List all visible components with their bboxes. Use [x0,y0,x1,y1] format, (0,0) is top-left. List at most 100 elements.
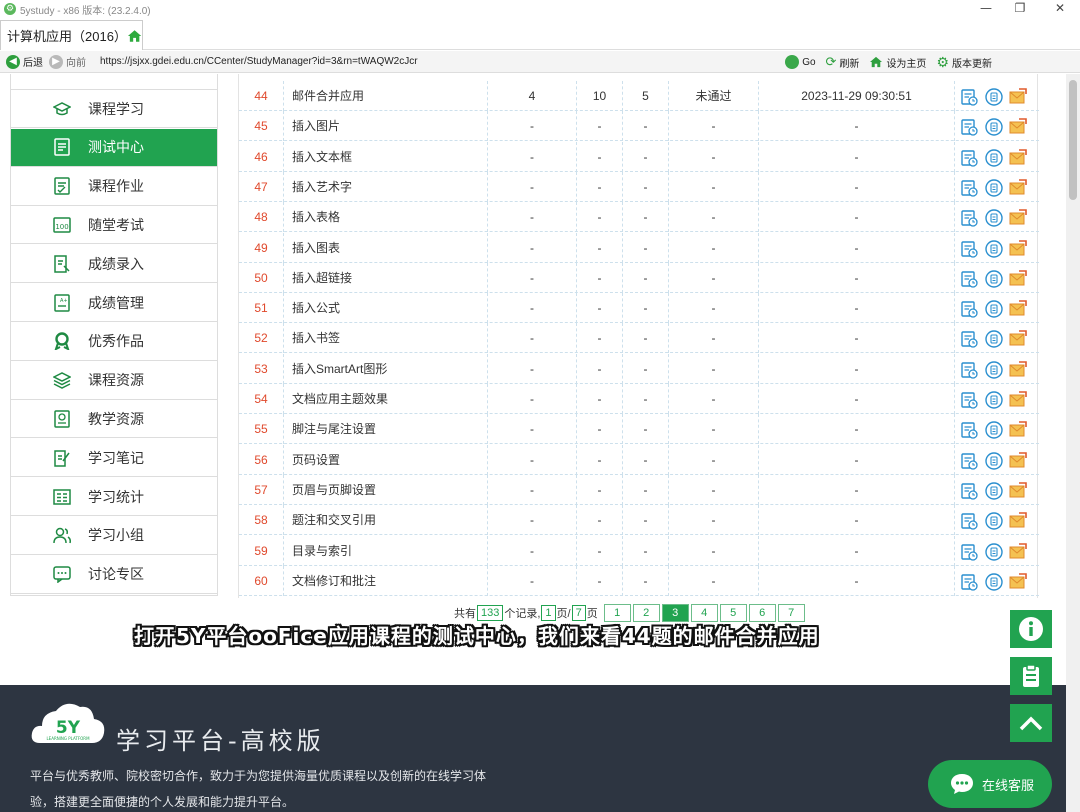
test-name[interactable]: 插入文本框 [284,141,488,172]
submit-mail-icon[interactable] [1009,148,1027,167]
view-record-icon[interactable] [961,209,979,227]
submit-mail-icon[interactable] [1009,88,1027,106]
answer-icon[interactable] [985,270,1003,288]
answer-icon[interactable] [985,451,1003,470]
go-icon [785,55,800,69]
sidebar-item[interactable]: 讨论专区 [11,556,217,594]
view-record-icon[interactable] [961,270,979,288]
sidebar-item[interactable]: 学习小组 [11,517,217,555]
view-record-icon[interactable] [961,240,979,258]
forward-button[interactable]: ▶ 向前 [49,54,86,69]
test-name[interactable]: 邮件合并应用 [284,81,488,111]
set-home-button[interactable]: 设为主页 [869,55,926,70]
view-record-icon[interactable] [961,543,979,561]
page-scrollbar[interactable] [1066,74,1080,812]
sidebar-item[interactable]: 教学资源 [11,400,217,439]
sidebar-item[interactable]: 100 随堂考试 [11,206,217,245]
test-name[interactable]: 题注和交叉引用 [284,505,488,536]
test-name[interactable]: 插入图表 [284,232,488,263]
submit-mail-icon[interactable] [1009,572,1027,591]
home-icon[interactable] [127,29,142,43]
submit-mail-icon[interactable] [1009,269,1027,288]
test-name[interactable]: 文档修订和批注 [284,565,488,596]
answer-icon[interactable] [985,482,1003,500]
view-record-icon[interactable] [961,421,979,439]
submit-mail-icon[interactable] [1009,391,1027,409]
answer-icon[interactable] [985,179,1003,197]
answer-icon[interactable] [985,512,1003,530]
answer-icon[interactable] [985,118,1003,136]
answer-icon[interactable] [985,542,1003,561]
view-record-icon[interactable] [961,512,979,530]
submit-mail-icon[interactable] [1009,239,1027,258]
answer-icon[interactable] [985,391,1003,409]
url-field[interactable]: https://jsjxx.gdei.edu.cn/CCenter/StudyM… [100,56,418,67]
online-support-button[interactable]: 在线客服 [928,760,1052,808]
submit-mail-icon[interactable] [1009,451,1027,470]
test-name[interactable]: 插入SmartArt图形 [284,353,488,384]
sidebar-item[interactable]: 优秀作品 [11,323,217,361]
view-record-icon[interactable] [961,118,979,136]
sidebar-item[interactable]: 课程作业 [11,168,217,206]
sidebar-item-partial[interactable] [11,74,217,90]
submit-mail-icon[interactable] [1009,300,1027,318]
submit-mail-icon[interactable] [1009,118,1027,136]
submit-mail-icon[interactable] [1009,482,1027,500]
sidebar-item[interactable]: 测试中心 [11,128,217,167]
submit-mail-icon[interactable] [1009,360,1027,379]
sidebar-item[interactable]: 课程资源 [11,362,217,400]
view-record-icon[interactable] [961,482,979,500]
view-record-icon[interactable] [961,88,979,106]
test-name[interactable]: 脚注与尾注设置 [284,414,488,445]
clipboard-button[interactable] [1010,657,1052,695]
test-name[interactable]: 插入表格 [284,202,488,233]
close-button[interactable]: ✕ [1040,0,1080,18]
submit-mail-icon[interactable] [1009,512,1027,530]
refresh-button[interactable]: ⟳ 刷新 [826,54,860,70]
tab-course[interactable]: 计算机应用（2016） [0,20,143,50]
sidebar-item[interactable]: 学习统计 [11,478,217,516]
maximize-button[interactable]: ❐ [1000,0,1040,18]
test-name[interactable]: 文档应用主题效果 [284,384,488,414]
answer-icon[interactable] [985,300,1003,318]
submit-mail-icon[interactable] [1009,179,1027,197]
sidebar-item[interactable]: A+ 成绩管理 [11,284,217,322]
answer-icon[interactable] [985,239,1003,258]
view-record-icon[interactable] [961,149,979,167]
test-name[interactable]: 插入书签 [284,323,488,354]
submit-mail-icon[interactable] [1009,421,1027,439]
go-button[interactable]: Go [785,55,816,69]
view-record-icon[interactable] [961,361,979,379]
back-to-top-button[interactable] [1010,704,1052,742]
test-name[interactable]: 插入公式 [284,293,488,324]
test-name[interactable]: 页眉与页脚设置 [284,474,488,505]
answer-icon[interactable] [985,421,1003,439]
answer-icon[interactable] [985,88,1003,106]
answer-icon[interactable] [985,148,1003,167]
test-name[interactable]: 插入图片 [284,111,488,142]
answer-icon[interactable] [985,330,1003,349]
back-button[interactable]: ◀ 后退 [6,54,43,69]
view-record-icon[interactable] [961,452,979,470]
submit-mail-icon[interactable] [1009,542,1027,561]
test-name[interactable]: 插入超链接 [284,262,488,293]
test-name[interactable]: 页码设置 [284,444,488,475]
view-record-icon[interactable] [961,179,979,197]
test-name[interactable]: 插入艺术字 [284,171,488,202]
update-button[interactable]: ⚙ 版本更新 [936,54,992,71]
test-name[interactable]: 目录与索引 [284,535,488,566]
submit-mail-icon[interactable] [1009,209,1027,227]
answer-icon[interactable] [985,573,1003,591]
answer-icon[interactable] [985,360,1003,379]
view-record-icon[interactable] [961,391,979,409]
sidebar-item[interactable]: 成绩录入 [11,245,217,284]
answer-icon[interactable] [985,209,1003,227]
view-record-icon[interactable] [961,330,979,349]
view-record-icon[interactable] [961,300,979,318]
view-record-icon[interactable] [961,573,979,591]
sidebar-item[interactable]: 学习笔记 [11,439,217,478]
scrollbar-thumb[interactable] [1069,80,1077,200]
submit-mail-icon[interactable] [1009,330,1027,348]
sidebar-item[interactable]: 课程学习 [11,90,217,128]
info-button[interactable] [1010,610,1052,648]
